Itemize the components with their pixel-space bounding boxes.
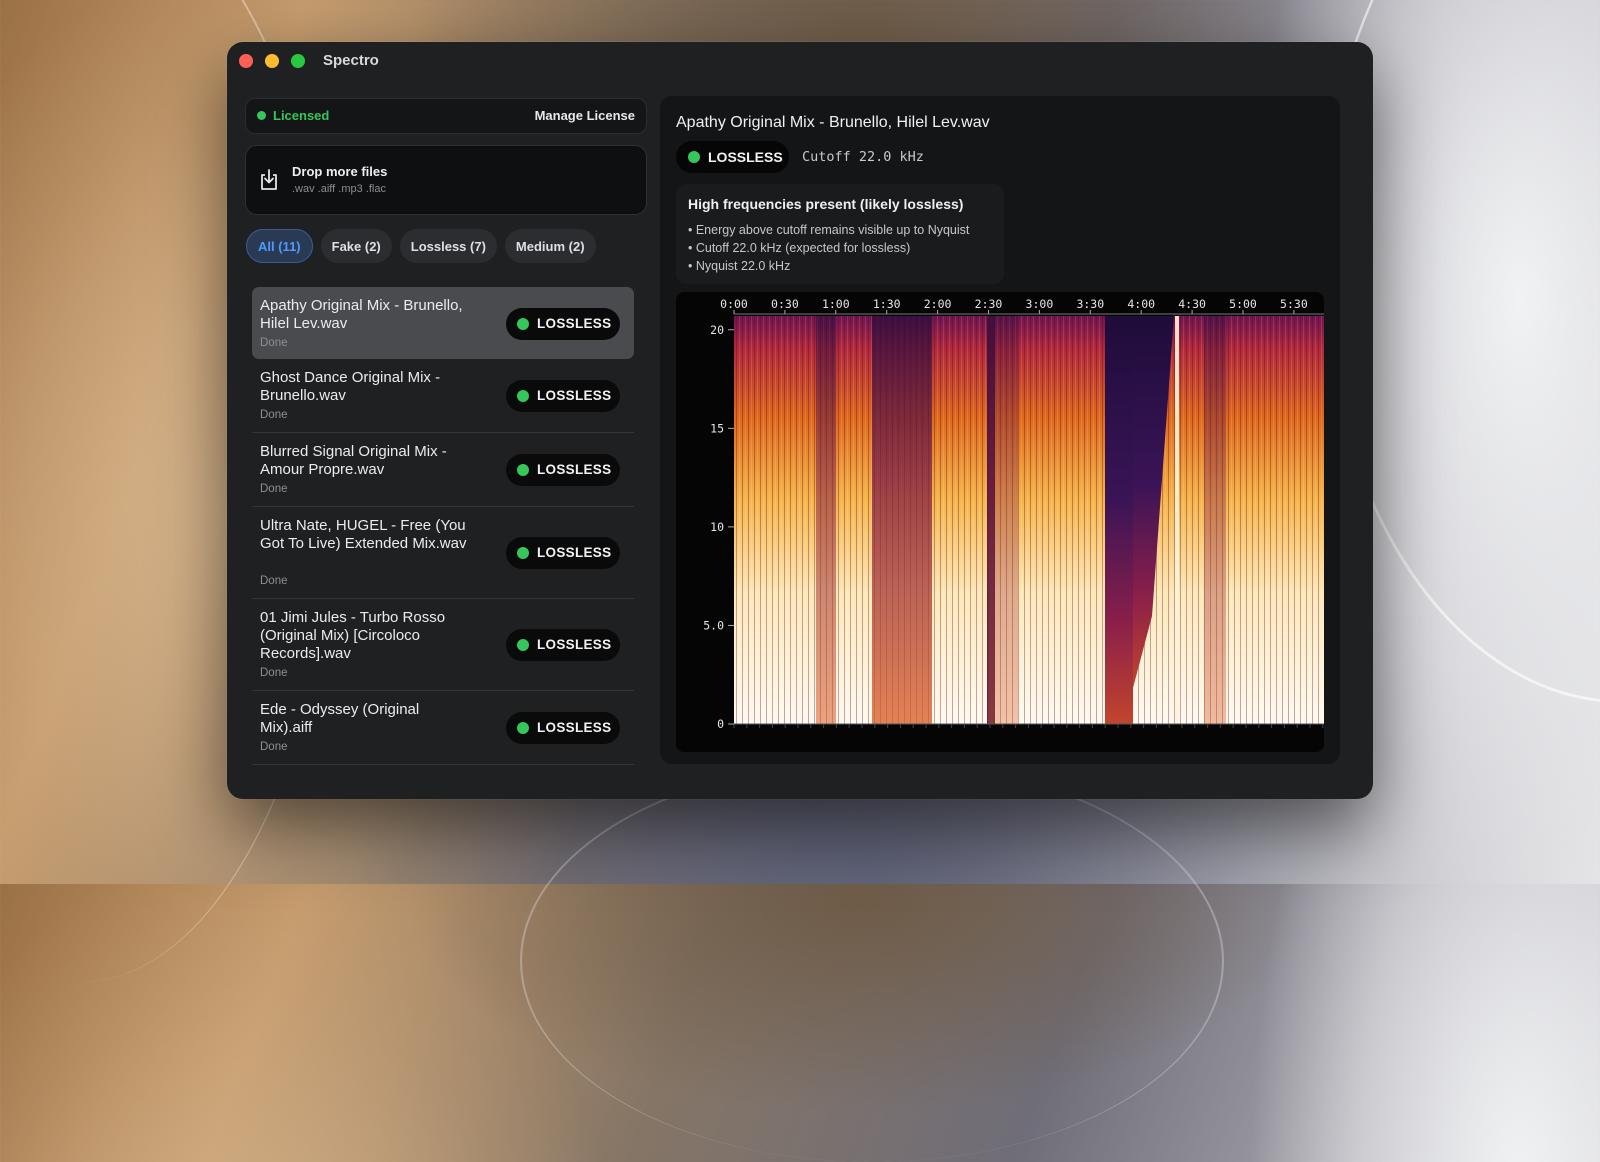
y-tick-label: 0 — [717, 717, 724, 731]
status-dot-icon — [688, 151, 700, 163]
spectrogram-plot — [734, 316, 1324, 724]
spectrogram-band — [1204, 316, 1226, 724]
badge-label: LOSSLESS — [537, 316, 612, 331]
x-tick-label: 5:30 — [1280, 297, 1308, 311]
file-status: Done — [260, 575, 288, 587]
analysis-point: • Nyquist 22.0 kHz — [688, 259, 791, 273]
x-tick-label: 5:00 — [1229, 297, 1257, 311]
spectrogram-svg: 0:00 0:30 1:00 1:30 2:00 2:30 3:00 3:30 4:00 4:30… — [703, 297, 1324, 731]
detail-panel: Apathy Original Mix - Brunello, Hilel Le… — [660, 96, 1340, 764]
y-tick-label: 20 — [710, 323, 724, 337]
minimize-window-button[interactable] — [265, 54, 279, 68]
license-status-dot — [257, 111, 266, 120]
x-tick-label: 3:30 — [1076, 297, 1104, 311]
import-icon — [261, 169, 277, 190]
file-status: Done — [260, 741, 288, 753]
file-status: Done — [260, 337, 288, 349]
status-dot-icon — [517, 547, 529, 559]
file-name: Ede - Odyssey (Original Mix).aiff — [260, 701, 420, 736]
file-row[interactable]: 01 Jimi Jules - Turbo Rosso (Original Mi… — [252, 599, 634, 691]
filter-medium[interactable]: Medium (2) — [504, 229, 596, 263]
spectrogram-band — [816, 316, 836, 724]
drop-zone-formats: .wav .aiff .mp3 .flac — [292, 183, 386, 195]
status-dot-icon — [517, 639, 529, 651]
detail-result-badge: LOSSLESS — [676, 141, 789, 173]
window-title: Spectro — [323, 52, 379, 69]
result-badge: LOSSLESS — [506, 537, 620, 569]
spectrogram-band — [872, 316, 932, 724]
status-dot-icon — [517, 318, 529, 330]
file-status: Done — [260, 667, 288, 679]
x-tick-label: 3:00 — [1026, 297, 1054, 311]
file-name: Ghost Dance Original Mix - Brunello.wav — [260, 369, 441, 404]
detail-file-title: Apathy Original Mix - Brunello, Hilel Le… — [676, 114, 990, 131]
file-row[interactable]: Blurred Signal Original Mix - Amour Prop… — [252, 433, 634, 507]
analysis-points: • Energy above cutoff remains visible up… — [688, 221, 969, 275]
license-bar: Licensed Manage License — [245, 98, 647, 134]
file-status: Done — [260, 409, 288, 421]
y-tick-label: 5.0 — [703, 618, 724, 632]
file-row[interactable]: Apathy Original Mix - Brunello, Hilel Le… — [252, 287, 634, 359]
x-tick-label: 2:30 — [975, 297, 1003, 311]
y-tick-label: 15 — [710, 421, 724, 435]
file-name: Apathy Original Mix - Brunello, Hilel Le… — [260, 297, 463, 332]
analysis-summary: High frequencies present (likely lossles… — [676, 184, 1004, 284]
file-name: 01 Jimi Jules - Turbo Rosso (Original Mi… — [260, 609, 446, 662]
cutoff-readout: Cutoff 22.0 kHz — [802, 149, 924, 165]
filter-fake[interactable]: Fake (2) — [320, 229, 392, 263]
file-name: Ultra Nate, HUGEL - Free (You Got To Liv… — [260, 517, 467, 552]
file-list: Apathy Original Mix - Brunello, Hilel Le… — [245, 287, 645, 765]
analysis-point: • Cutoff 22.0 kHz (expected for lossless… — [688, 241, 911, 255]
titlebar: Spectro — [227, 42, 1373, 80]
spectrogram-band — [988, 316, 1018, 724]
badge-label: LOSSLESS — [708, 149, 783, 165]
file-status: Done — [260, 483, 288, 495]
badge-label: LOSSLESS — [537, 720, 612, 735]
license-status: Licensed — [273, 108, 330, 123]
zoom-window-button[interactable] — [291, 54, 305, 68]
close-window-button[interactable] — [239, 54, 253, 68]
drop-zone-title: Drop more files — [292, 164, 388, 179]
result-badge: LOSSLESS — [506, 454, 620, 486]
y-tick-label: 10 — [710, 520, 724, 534]
analysis-point: • Energy above cutoff remains visible up… — [688, 223, 970, 237]
file-row[interactable]: Ghost Dance Original Mix - Brunello.wav … — [252, 359, 634, 433]
result-badge: LOSSLESS — [506, 380, 620, 412]
status-dot-icon — [517, 464, 529, 476]
x-tick-label: 0:00 — [720, 297, 748, 311]
x-tick-label: 2:00 — [924, 297, 952, 311]
result-badge: LOSSLESS — [506, 308, 620, 340]
analysis-title: High frequencies present (likely lossles… — [688, 196, 964, 212]
spectrogram-transient — [1175, 316, 1179, 724]
filter-all[interactable]: All (11) — [246, 229, 313, 263]
app-window: Spectro Licensed Manage License Drop mor… — [227, 42, 1373, 799]
spectrogram[interactable]: 0:00 0:30 1:00 1:30 2:00 2:30 3:00 3:30 4:00 4:30… — [676, 292, 1324, 752]
badge-label: LOSSLESS — [537, 545, 612, 560]
status-dot-icon — [517, 722, 529, 734]
result-badge: LOSSLESS — [506, 712, 620, 744]
spectrogram-band — [1105, 316, 1133, 724]
x-tick-label: 4:00 — [1127, 297, 1155, 311]
x-tick-label: 0:30 — [771, 297, 799, 311]
x-tick-label: 1:00 — [822, 297, 850, 311]
manage-license-button[interactable]: Manage License — [535, 108, 635, 123]
badge-label: LOSSLESS — [537, 462, 612, 477]
file-row[interactable]: Ultra Nate, HUGEL - Free (You Got To Liv… — [252, 507, 634, 599]
x-tick-label: 1:30 — [873, 297, 901, 311]
status-dot-icon — [517, 390, 529, 402]
file-row[interactable]: Ede - Odyssey (Original Mix).aiff Done L… — [252, 691, 634, 765]
badge-label: LOSSLESS — [537, 388, 612, 403]
filter-tabs: All (11) Fake (2) Lossless (7) Medium (2… — [246, 229, 596, 263]
drop-zone[interactable]: Drop more files .wav .aiff .mp3 .flac — [245, 145, 647, 215]
x-tick-label: 4:30 — [1178, 297, 1206, 311]
filter-lossless[interactable]: Lossless (7) — [399, 229, 497, 263]
badge-label: LOSSLESS — [537, 637, 612, 652]
file-name: Blurred Signal Original Mix - Amour Prop… — [260, 443, 447, 478]
result-badge: LOSSLESS — [506, 629, 620, 661]
